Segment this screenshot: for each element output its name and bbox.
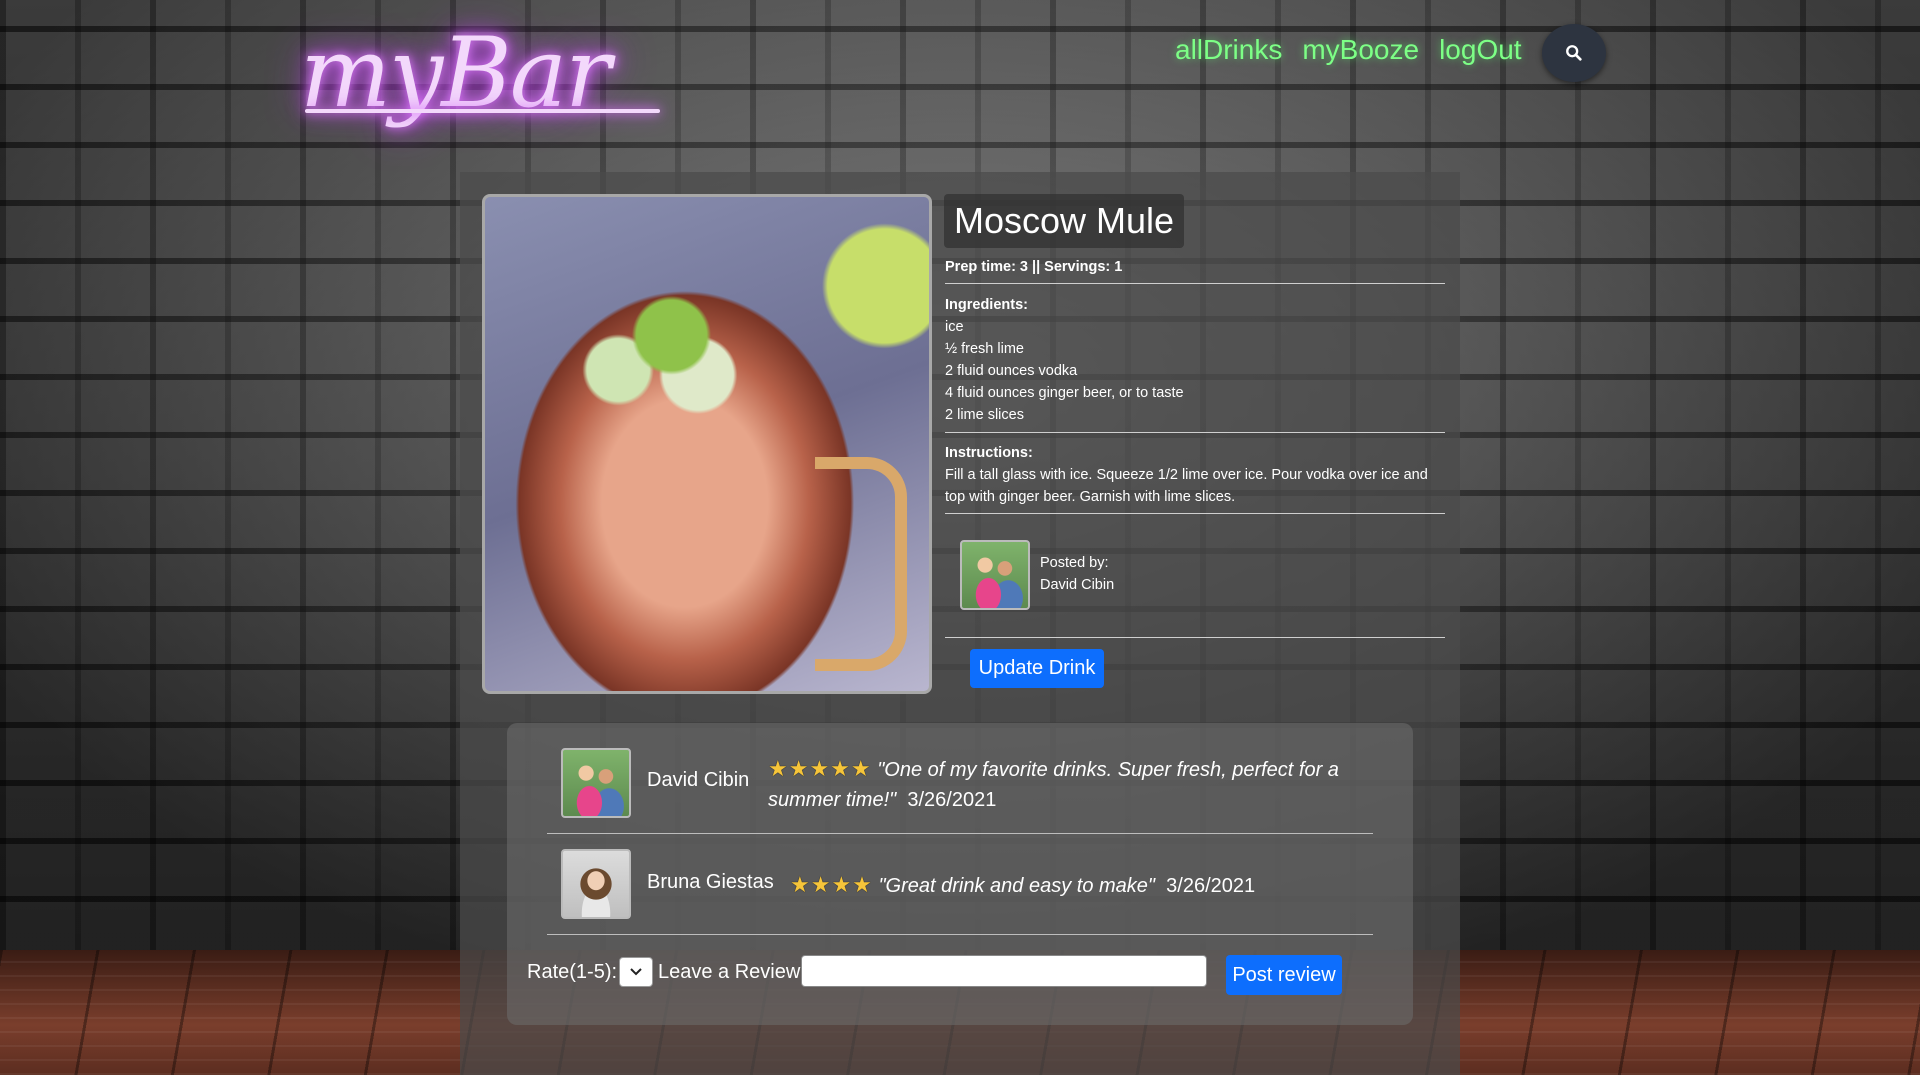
nav-log-out[interactable]: logOut [1439,34,1522,66]
drink-title: Moscow Mule [944,194,1185,248]
chevron-down-icon [630,968,642,976]
review-body: ★★★★★ "One of my favorite drinks. Super … [768,754,1368,815]
post-review-button[interactable]: Post review [1226,955,1342,995]
review-date: 3/26/2021 [907,789,997,811]
ingredient-item: ice [945,319,964,335]
logo-underline [305,109,660,113]
ingredients-label: Ingredients: [945,297,1028,313]
divider [547,833,1373,834]
ingredient-item: 2 fluid ounces vodka [945,363,1078,379]
drink-image [482,194,932,694]
poster-avatar [960,540,1030,610]
rate-label: Rate(1-5): [527,961,618,983]
rating-select[interactable] [619,957,653,987]
update-drink-button[interactable]: Update Drink [970,649,1104,688]
review-text: "Great drink and easy to make" [878,875,1156,897]
search-button[interactable] [1542,24,1606,82]
ingredient-item: 2 lime slices [945,407,1024,423]
mug-handle-graphic [815,457,907,671]
ingredients-section: Ingredients: ice ½ fresh lime 2 fluid ou… [945,294,1445,426]
reviewer-name: David Cibin [647,769,750,791]
search-icon [1566,45,1582,61]
rating-stars: ★★★★★ [768,756,872,781]
mybar-logo[interactable]: myBar [300,10,680,135]
posted-by-label: Posted by: [1040,555,1109,571]
nav-my-booze[interactable]: myBooze [1302,34,1419,66]
divider [547,934,1373,935]
divider [945,283,1445,284]
reviewer-avatar [561,748,631,818]
ingredient-item: ½ fresh lime [945,341,1024,357]
main-nav: allDrinks myBooze logOut [1175,34,1522,66]
instructions-text: Fill a tall glass with ice. Squeeze 1/2 … [945,467,1428,505]
reviewer-name: Bruna Giestas [647,871,774,893]
review-date: 3/26/2021 [1166,875,1256,897]
review-body: ★★★★ "Great drink and easy to make" 3/26… [790,870,1350,901]
prep-servings: Prep time: 3 || Servings: 1 [945,259,1123,275]
instructions-section: Instructions: Fill a tall glass with ice… [945,442,1445,508]
reviewer-avatar [561,849,631,919]
divider [945,513,1445,514]
divider [945,432,1445,433]
rating-stars: ★★★★ [790,872,873,897]
posted-by-block: Posted by: David Cibin [1040,552,1240,596]
divider [945,637,1445,638]
posted-by-name: David Cibin [1040,577,1115,593]
nav-all-drinks[interactable]: allDrinks [1175,34,1282,66]
review-label: Leave a Review: [658,961,806,983]
instructions-label: Instructions: [945,445,1033,461]
review-input[interactable] [801,955,1207,987]
ingredient-item: 4 fluid ounces ginger beer, or to taste [945,385,1184,401]
